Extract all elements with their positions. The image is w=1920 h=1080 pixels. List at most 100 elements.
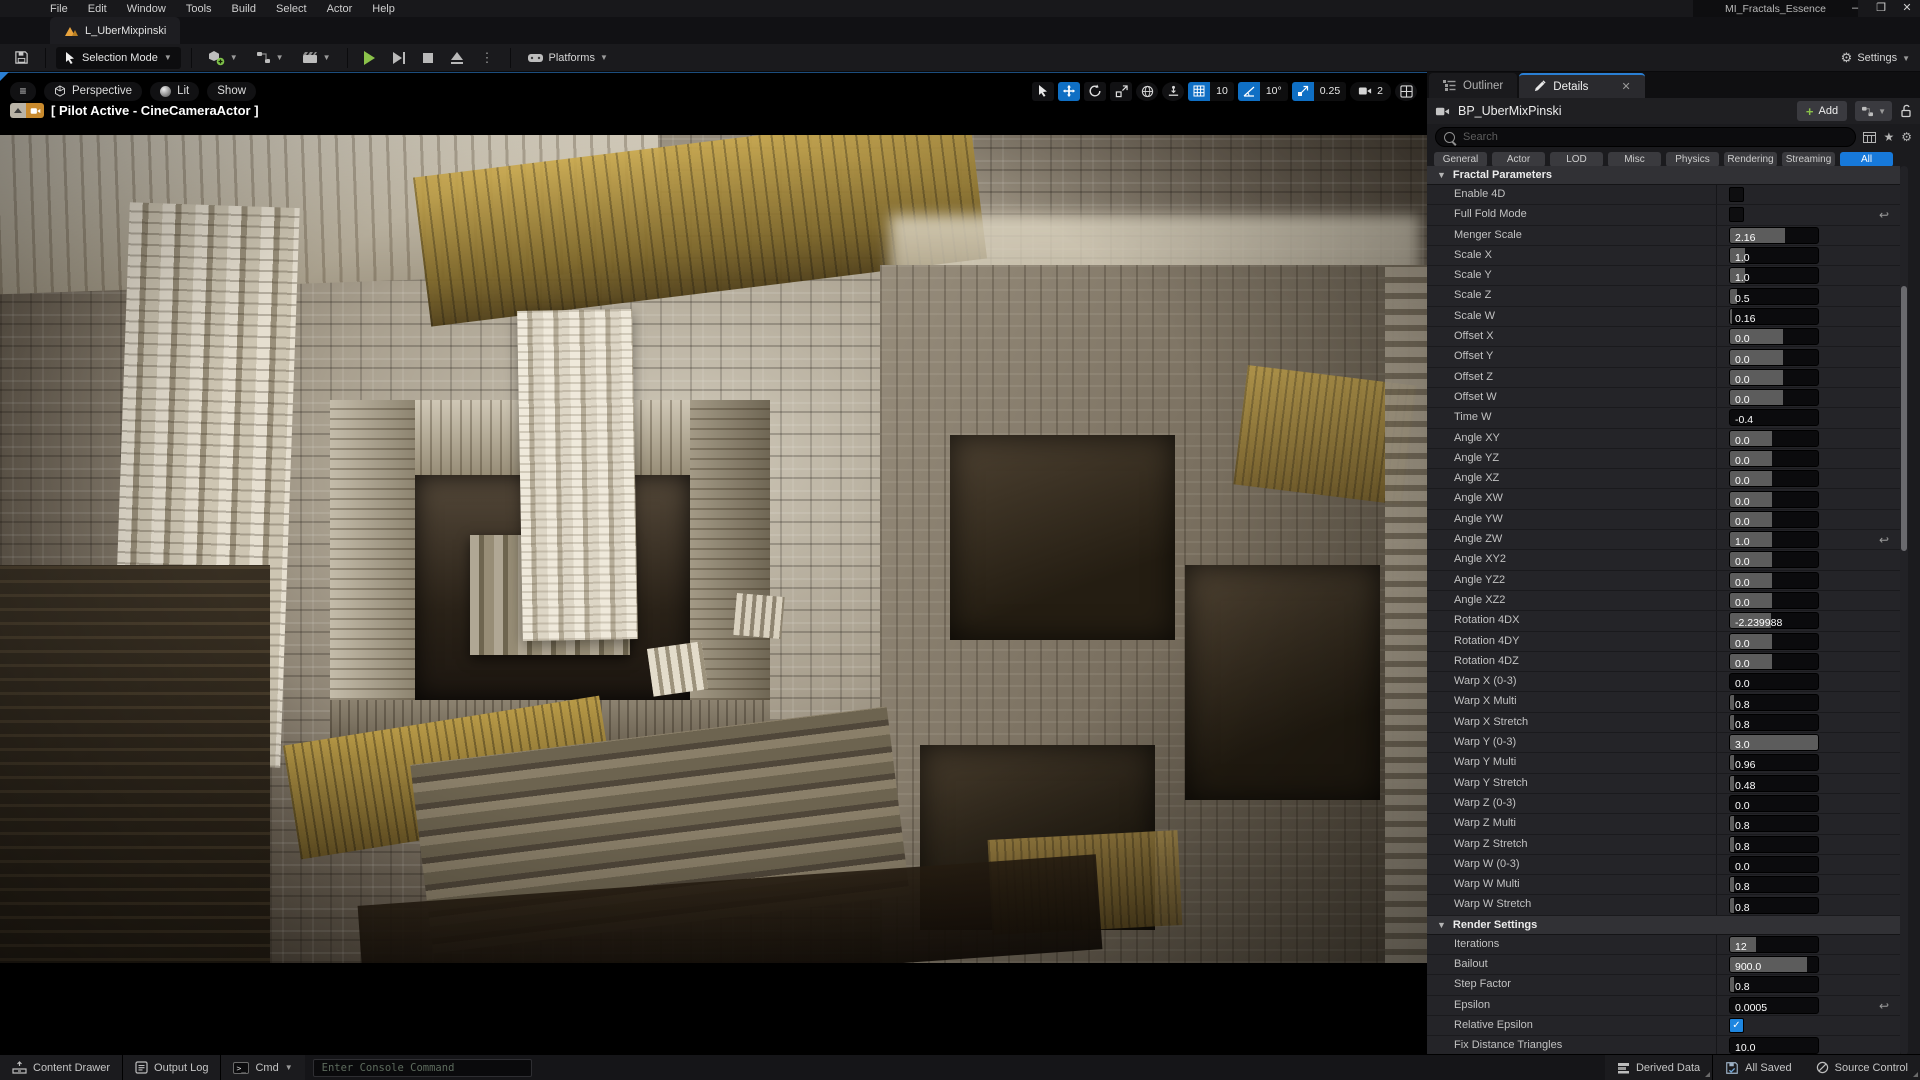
reset-button[interactable]: ↩ (1868, 530, 1900, 549)
pilot-camera-icon[interactable] (10, 103, 44, 118)
scale-tool-button[interactable] (1110, 81, 1133, 101)
menu-window[interactable]: Window (117, 2, 176, 16)
search-input[interactable] (1461, 130, 1848, 144)
scrollbar-track[interactable] (1900, 166, 1908, 1055)
value-slider[interactable]: 0.0 (1729, 510, 1819, 528)
value-slider[interactable]: 0.0 (1729, 795, 1819, 813)
value-slider[interactable]: 1.0 (1729, 247, 1819, 265)
frame-skip-button[interactable] (387, 49, 411, 67)
value-slider[interactable]: 0.8 (1729, 876, 1819, 894)
section-header[interactable]: ▼ Render Settings (1427, 915, 1900, 935)
value-slider[interactable]: 0.0 (1729, 592, 1819, 610)
value-slider[interactable]: 1.0 (1729, 531, 1819, 549)
level-tab[interactable]: L_UberMixpinski (50, 17, 181, 44)
value-slider[interactable]: 0.8 (1729, 815, 1819, 833)
menu-select[interactable]: Select (266, 2, 317, 16)
checkbox[interactable]: ✓ (1729, 1018, 1744, 1034)
filter-all[interactable]: All (1840, 152, 1893, 167)
play-options-button[interactable]: ⋮ (475, 47, 500, 69)
menu-file[interactable]: File (40, 2, 78, 16)
floating-window-title[interactable]: MI_Fractals_Essence (1693, 0, 1858, 17)
blueprints-button[interactable]: ▼ (250, 48, 290, 67)
reset-button[interactable]: ↩ (1868, 996, 1900, 1015)
quad-view-button[interactable] (1395, 81, 1417, 101)
value-slider[interactable]: 0.0 (1729, 673, 1819, 691)
filter-streaming[interactable]: Streaming (1782, 152, 1835, 167)
value-slider[interactable]: 0.0 (1729, 855, 1819, 873)
search-box[interactable] (1435, 127, 1857, 147)
menu-edit[interactable]: Edit (78, 2, 117, 16)
platforms-dropdown[interactable]: Platforms ▼ (521, 49, 614, 67)
value-slider[interactable]: 900.0 (1729, 956, 1819, 974)
console-input-box[interactable] (312, 1058, 532, 1077)
filter-actor[interactable]: Actor (1492, 152, 1545, 167)
value-slider[interactable]: 0.0 (1729, 632, 1819, 650)
maximize-button[interactable]: ❐ (1868, 0, 1894, 17)
value-slider[interactable]: 0.0 (1729, 571, 1819, 589)
value-slider[interactable]: 0.0 (1729, 429, 1819, 447)
value-slider[interactable]: 1.0 (1729, 267, 1819, 285)
lock-button[interactable] (1900, 104, 1912, 118)
filter-lod[interactable]: LOD (1550, 152, 1603, 167)
settings-dropdown[interactable]: ⚙ Settings ▼ (1841, 44, 1910, 72)
scrollbar-thumb[interactable] (1901, 286, 1907, 551)
value-slider[interactable]: 2.16 (1729, 226, 1819, 244)
value-slider[interactable]: 0.0 (1729, 348, 1819, 366)
cinematics-button[interactable]: ▼ (296, 48, 337, 67)
add-component-button[interactable]: + Add (1796, 101, 1848, 121)
content-drawer-button[interactable]: Content Drawer (0, 1055, 123, 1080)
scale-snap-control[interactable]: 0.25 (1291, 81, 1347, 101)
value-slider[interactable]: -0.4 (1729, 409, 1819, 427)
grid-snap-control[interactable]: 10 (1188, 81, 1234, 101)
minimize-button[interactable]: – (1842, 0, 1868, 17)
eject-button[interactable] (445, 49, 469, 67)
menu-build[interactable]: Build (222, 2, 266, 16)
value-slider[interactable]: 0.0005 (1729, 996, 1819, 1014)
edit-blueprint-button[interactable]: ▼ (1855, 101, 1892, 121)
value-slider[interactable]: 0.8 (1729, 976, 1819, 994)
value-slider[interactable]: 10.0 (1729, 1037, 1819, 1055)
show-dropdown[interactable]: Show (207, 81, 257, 101)
source-control-button[interactable]: Source Control (1803, 1055, 1920, 1080)
play-button[interactable] (358, 48, 381, 68)
value-slider[interactable]: 0.8 (1729, 713, 1819, 731)
value-slider[interactable]: 0.0 (1729, 368, 1819, 386)
all-saved-button[interactable]: All Saved (1713, 1055, 1804, 1080)
value-slider[interactable]: 0.0 (1729, 551, 1819, 569)
reset-button[interactable]: ↩ (1868, 205, 1900, 224)
display-options-icon[interactable] (1863, 131, 1877, 143)
filter-misc[interactable]: Misc (1608, 152, 1661, 167)
value-slider[interactable]: 0.8 (1729, 835, 1819, 853)
cmd-dropdown[interactable]: >_ Cmd ▼ (221, 1055, 305, 1080)
console-input[interactable] (319, 1060, 525, 1075)
surface-snap-button[interactable] (1162, 81, 1185, 101)
menu-actor[interactable]: Actor (317, 2, 363, 16)
select-tool-button[interactable] (1032, 81, 1055, 101)
value-slider[interactable]: 3.0 (1729, 734, 1819, 752)
viewport-menu-button[interactable]: ≡ (10, 81, 36, 101)
value-slider[interactable]: 0.0 (1729, 470, 1819, 488)
menu-tools[interactable]: Tools (176, 2, 222, 16)
section-header[interactable]: ▼ Fractal Parameters (1427, 166, 1900, 185)
value-slider[interactable]: 0.0 (1729, 490, 1819, 508)
filter-general[interactable]: General (1434, 152, 1487, 167)
value-slider[interactable]: 0.8 (1729, 693, 1819, 711)
value-slider[interactable]: 0.0 (1729, 389, 1819, 407)
derived-data-button[interactable]: Derived Data (1604, 1055, 1713, 1080)
checkbox[interactable] (1729, 187, 1744, 203)
value-slider[interactable]: 0.0 (1729, 450, 1819, 467)
value-slider[interactable]: 0.8 (1729, 896, 1819, 914)
value-slider[interactable]: -2.239988 (1729, 612, 1819, 630)
value-slider[interactable]: 0.5 (1729, 287, 1819, 305)
stop-button[interactable] (417, 50, 439, 66)
output-log-button[interactable]: Output Log (123, 1055, 221, 1080)
favorites-star-icon[interactable]: ★ (1883, 130, 1894, 144)
value-slider[interactable]: 0.16 (1729, 307, 1819, 325)
checkbox[interactable] (1729, 207, 1744, 223)
rotation-snap-control[interactable]: 10° (1237, 81, 1288, 101)
perspective-dropdown[interactable]: Perspective (44, 81, 143, 101)
tab-close-icon[interactable]: ✕ (1621, 80, 1630, 93)
tab-details[interactable]: Details ✕ (1519, 73, 1645, 98)
value-slider[interactable]: 0.0 (1729, 328, 1819, 346)
menu-help[interactable]: Help (362, 2, 405, 16)
